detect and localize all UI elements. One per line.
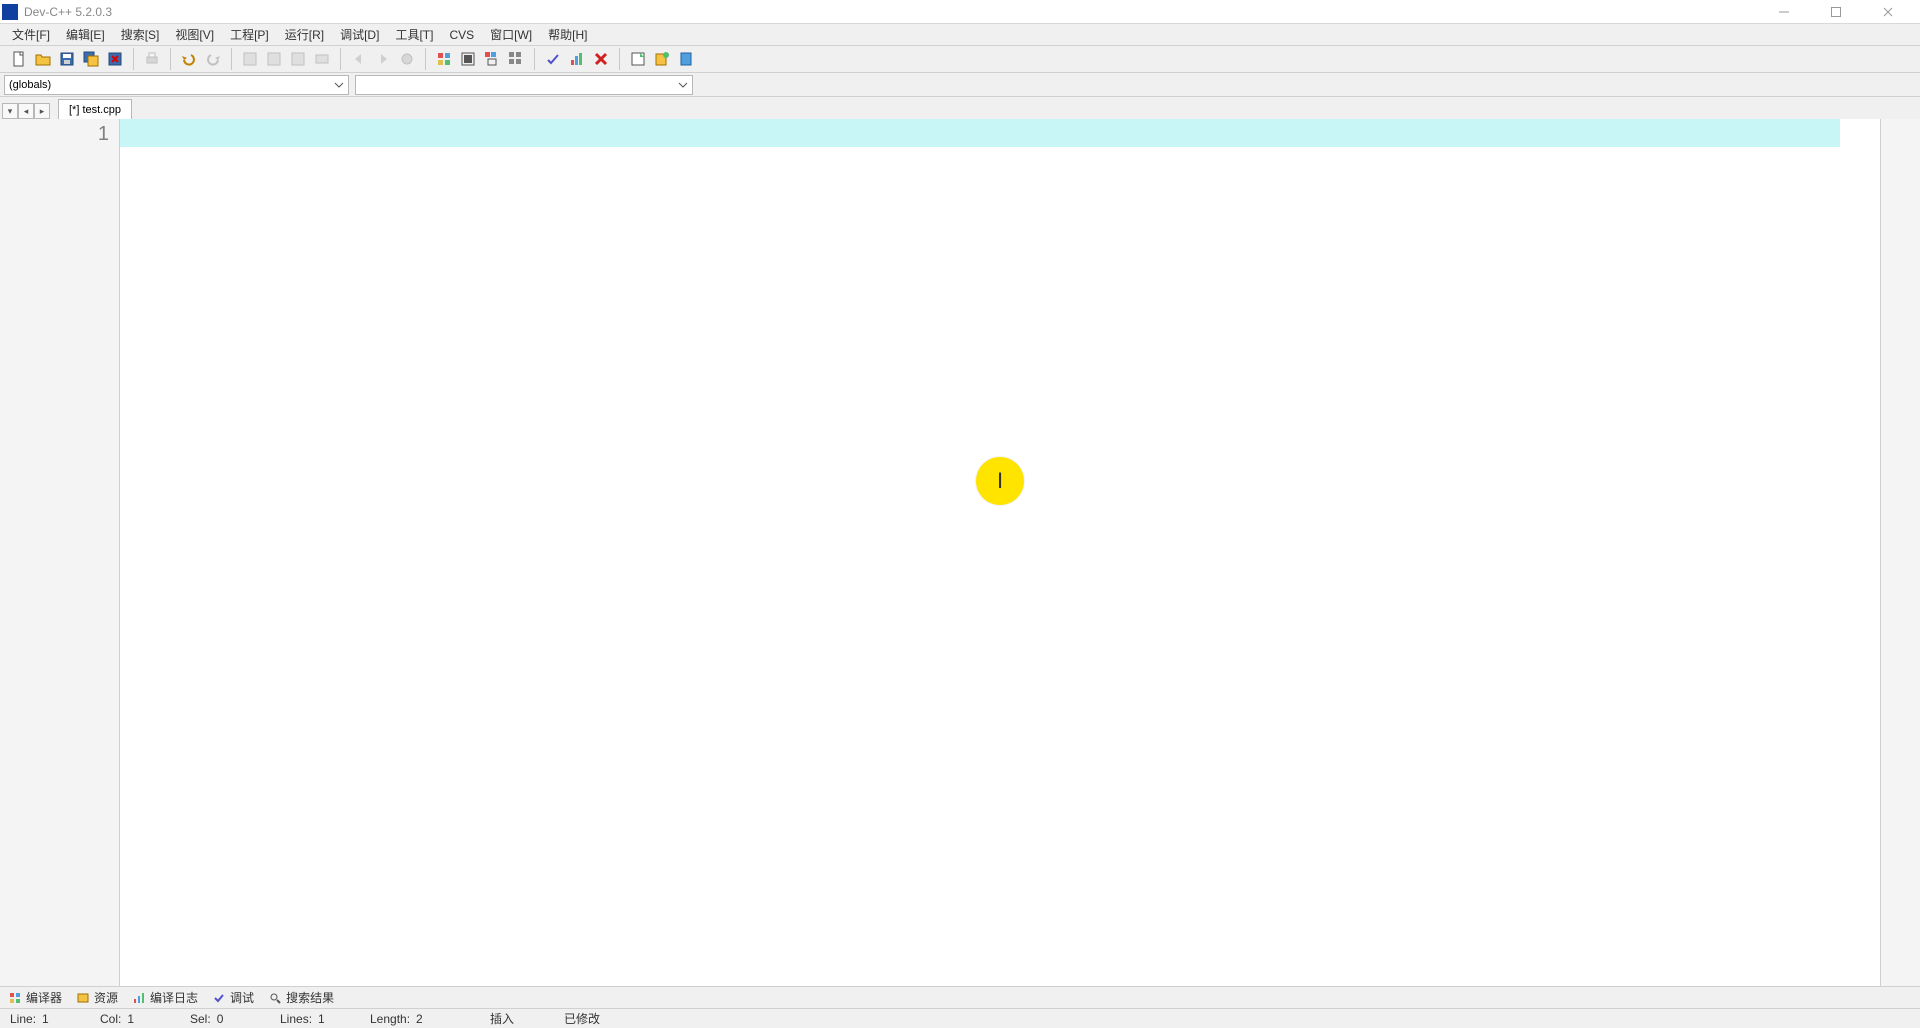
close-file-button[interactable] bbox=[104, 48, 126, 70]
run-button[interactable] bbox=[457, 48, 479, 70]
window-controls bbox=[1772, 4, 1918, 20]
bottom-tab-label: 编译器 bbox=[26, 989, 62, 1006]
resources-icon bbox=[76, 991, 90, 1005]
status-length: Length: 2 bbox=[360, 1012, 450, 1026]
debug-button[interactable] bbox=[542, 48, 564, 70]
tab-nav: ▾ ◂ ▸ bbox=[0, 103, 52, 119]
line-number: 1 bbox=[0, 123, 109, 146]
find-button[interactable] bbox=[239, 48, 261, 70]
cursor-indicator: I bbox=[976, 457, 1024, 505]
undo-button[interactable] bbox=[178, 48, 200, 70]
menu-project[interactable]: 工程[P] bbox=[222, 24, 277, 45]
new-file-button[interactable] bbox=[8, 48, 30, 70]
save-button[interactable] bbox=[56, 48, 78, 70]
status-sel: Sel: 0 bbox=[180, 1012, 270, 1026]
save-all-button[interactable] bbox=[80, 48, 102, 70]
bottom-tab-resources[interactable]: 资源 bbox=[70, 987, 124, 1008]
add-file-button[interactable] bbox=[651, 48, 673, 70]
rebuild-button[interactable] bbox=[505, 48, 527, 70]
redo-button[interactable] bbox=[202, 48, 224, 70]
window-title: Dev-C++ 5.2.0.3 bbox=[24, 5, 1772, 19]
scope-selector[interactable]: (globals) bbox=[4, 75, 349, 95]
maximize-button[interactable] bbox=[1824, 4, 1848, 20]
line-number-gutter: 1 bbox=[0, 119, 120, 986]
bottom-tab-debug[interactable]: 调试 bbox=[206, 987, 260, 1008]
status-lines: Lines: 1 bbox=[270, 1012, 360, 1026]
goto-button[interactable] bbox=[311, 48, 333, 70]
grid-icon bbox=[8, 991, 22, 1005]
menu-edit[interactable]: 编辑[E] bbox=[58, 24, 113, 45]
status-line: Line: 1 bbox=[0, 1012, 90, 1026]
compile-button[interactable] bbox=[433, 48, 455, 70]
profile-button[interactable] bbox=[566, 48, 588, 70]
app-icon bbox=[2, 4, 18, 20]
project-options-button[interactable] bbox=[675, 48, 697, 70]
bottom-tab-compiler[interactable]: 编译器 bbox=[2, 987, 68, 1008]
open-file-button[interactable] bbox=[32, 48, 54, 70]
check-icon bbox=[212, 991, 226, 1005]
right-gutter bbox=[1880, 119, 1920, 986]
delete-profile-button[interactable] bbox=[590, 48, 612, 70]
menu-view[interactable]: 视图[V] bbox=[167, 24, 222, 45]
member-selector[interactable] bbox=[355, 75, 693, 95]
menu-file[interactable]: 文件[F] bbox=[4, 24, 58, 45]
status-modified: 已修改 bbox=[554, 1010, 610, 1027]
bottom-tab-label: 编译日志 bbox=[150, 989, 198, 1006]
menu-tools[interactable]: 工具[T] bbox=[387, 24, 441, 45]
bottom-tab-bar: 编译器 资源 编译日志 调试 搜索结果 bbox=[0, 986, 1920, 1008]
bottom-tab-search-results[interactable]: 搜索结果 bbox=[262, 987, 340, 1008]
bookmark-prev-button[interactable] bbox=[348, 48, 370, 70]
tab-prev-button[interactable]: ◂ bbox=[18, 103, 34, 119]
status-col: Col: 1 bbox=[90, 1012, 180, 1026]
title-bar: Dev-C++ 5.2.0.3 bbox=[0, 0, 1920, 24]
bottom-tab-label: 调试 bbox=[230, 989, 254, 1006]
print-button[interactable] bbox=[141, 48, 163, 70]
bookmark-next-button[interactable] bbox=[372, 48, 394, 70]
chevron-down-icon bbox=[678, 80, 688, 93]
scope-bar: (globals) bbox=[0, 73, 1920, 97]
find-next-button[interactable] bbox=[287, 48, 309, 70]
file-tab-bar: ▾ ◂ ▸ [*] test.cpp bbox=[0, 97, 1920, 119]
tab-next-button[interactable]: ▸ bbox=[34, 103, 50, 119]
file-tab-label: [*] test.cpp bbox=[69, 104, 121, 116]
bottom-tab-label: 搜索结果 bbox=[286, 989, 334, 1006]
status-insert-mode: 插入 bbox=[480, 1010, 524, 1027]
menu-help[interactable]: 帮助[H] bbox=[540, 24, 595, 45]
file-tab-test-cpp[interactable]: [*] test.cpp bbox=[58, 99, 132, 119]
bookmark-toggle-button[interactable] bbox=[396, 48, 418, 70]
status-bar: Line: 1 Col: 1 Sel: 0 Lines: 1 Length: 2… bbox=[0, 1008, 1920, 1028]
current-line-highlight bbox=[120, 119, 1840, 147]
editor-area: 1 I bbox=[0, 119, 1920, 986]
bottom-tab-label: 资源 bbox=[94, 989, 118, 1006]
menu-search[interactable]: 搜索[S] bbox=[113, 24, 168, 45]
bottom-tab-compile-log[interactable]: 编译日志 bbox=[126, 987, 204, 1008]
search-icon bbox=[268, 991, 282, 1005]
menu-run[interactable]: 运行[R] bbox=[277, 24, 332, 45]
menu-cvs[interactable]: CVS bbox=[441, 26, 482, 44]
code-editor[interactable]: I bbox=[120, 119, 1880, 986]
menu-bar: 文件[F] 编辑[E] 搜索[S] 视图[V] 工程[P] 运行[R] 调试[D… bbox=[0, 24, 1920, 46]
menu-window[interactable]: 窗口[W] bbox=[482, 24, 540, 45]
close-button[interactable] bbox=[1876, 4, 1900, 20]
menu-debug[interactable]: 调试[D] bbox=[332, 24, 387, 45]
scope-value: (globals) bbox=[9, 79, 51, 91]
new-project-button[interactable] bbox=[627, 48, 649, 70]
toolbar bbox=[0, 46, 1920, 73]
compile-run-button[interactable] bbox=[481, 48, 503, 70]
tab-list-button[interactable]: ▾ bbox=[2, 103, 18, 119]
replace-button[interactable] bbox=[263, 48, 285, 70]
minimize-button[interactable] bbox=[1772, 4, 1796, 20]
chart-icon bbox=[132, 991, 146, 1005]
chevron-down-icon bbox=[334, 80, 344, 93]
